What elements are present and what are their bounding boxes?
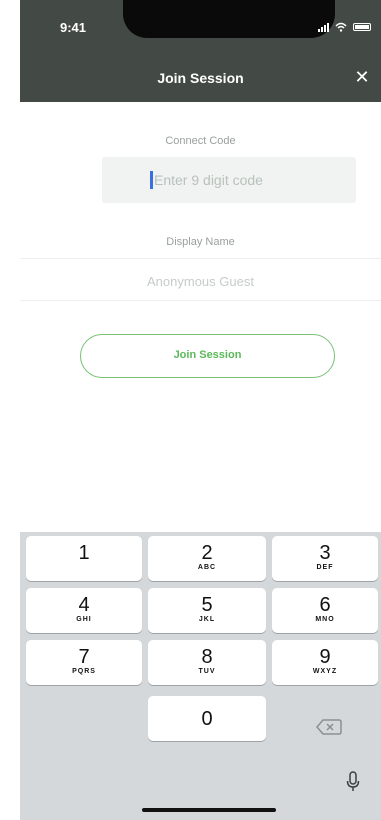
status-icons: [318, 22, 371, 32]
key-digit: 9: [319, 646, 331, 668]
key-letters: MNO: [315, 616, 335, 623]
key-8[interactable]: 8 TUV: [148, 640, 266, 685]
connect-code-placeholder: Enter 9 digit code: [154, 172, 263, 188]
key-letters: GHI: [76, 616, 92, 623]
status-time: 9:41: [60, 20, 87, 35]
key-digit: 7: [78, 646, 90, 668]
divider: [20, 258, 381, 259]
divider: [20, 300, 381, 301]
key-9[interactable]: 9 WXYZ: [272, 640, 378, 685]
battery-icon: [353, 23, 371, 31]
key-digit: 0: [201, 708, 213, 730]
key-5[interactable]: 5 JKL: [148, 588, 266, 633]
key-0[interactable]: 0: [148, 696, 266, 741]
key-letters: WXYZ: [312, 668, 338, 675]
header-bar: 9:41 Join Session ✕: [20, 0, 381, 102]
key-letters: TUV: [198, 668, 216, 675]
display-name-label: Display Name: [166, 236, 235, 248]
key-digit: 4: [78, 594, 90, 616]
numeric-keypad: 1 2 ABC 3 DEF 4 GHI 5 JKL 6 MNO 7 PQRS 8: [20, 532, 381, 820]
backspace-icon[interactable]: [312, 712, 346, 742]
key-1[interactable]: 1: [26, 536, 142, 581]
cellular-signal-icon: [318, 22, 329, 32]
key-7[interactable]: 7 PQRS: [26, 640, 142, 685]
key-digit: 1: [78, 542, 90, 564]
key-digit: 5: [201, 594, 213, 616]
key-2[interactable]: 2 ABC: [148, 536, 266, 581]
key-digit: 2: [201, 542, 213, 564]
join-session-form: Connect Code Enter 9 digit code Display …: [20, 102, 381, 532]
join-session-button[interactable]: Join Session: [80, 334, 335, 378]
key-letters: JKL: [198, 616, 216, 623]
home-indicator[interactable]: [142, 808, 276, 812]
key-6[interactable]: 6 MNO: [272, 588, 378, 633]
display-name-placeholder: Anonymous Guest: [147, 274, 254, 289]
display-name-input[interactable]: Anonymous Guest: [20, 262, 381, 302]
microphone-icon[interactable]: [345, 770, 361, 794]
key-4[interactable]: 4 GHI: [26, 588, 142, 633]
connect-code-input[interactable]: Enter 9 digit code: [102, 157, 356, 203]
key-3[interactable]: 3 DEF: [272, 536, 378, 581]
key-digit: 3: [319, 542, 331, 564]
connect-code-label: Connect Code: [165, 135, 236, 147]
device-notch: [123, 0, 335, 38]
key-digit: 8: [201, 646, 213, 668]
page-title: Join Session: [157, 70, 244, 86]
key-letters: ABC: [197, 564, 217, 571]
key-letters: DEF: [316, 564, 334, 571]
key-digit: 6: [319, 594, 331, 616]
text-caret: [150, 171, 153, 189]
wifi-icon: [335, 22, 347, 32]
close-button[interactable]: ✕: [351, 66, 373, 88]
phone-screen: 9:41 Join Session ✕ Connect Code Enter 9…: [0, 0, 381, 820]
key-letters: PQRS: [72, 668, 96, 675]
